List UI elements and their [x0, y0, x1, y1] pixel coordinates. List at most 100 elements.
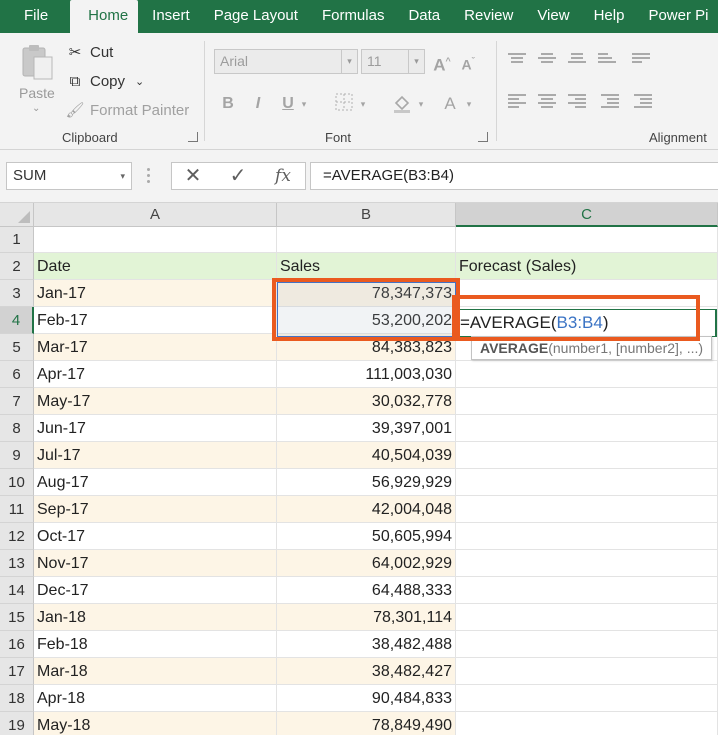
cell-forecast[interactable]: [456, 577, 718, 604]
cell-sales[interactable]: [277, 227, 456, 253]
tab-power-pivot[interactable]: Power Pi: [636, 0, 708, 33]
row-header[interactable]: 19: [0, 712, 34, 735]
cut-button[interactable]: ✂ Cut: [66, 41, 114, 63]
borders-icon[interactable]: [334, 93, 354, 115]
chevron-down-icon[interactable]: ▾: [408, 50, 424, 73]
cell-forecast[interactable]: [456, 523, 718, 550]
align-left-icon[interactable]: [508, 94, 526, 108]
align-middle-icon[interactable]: [538, 53, 556, 67]
chevron-down-icon[interactable]: ▾: [120, 163, 125, 189]
cell-sales[interactable]: 90,484,833: [277, 685, 456, 712]
chevron-down-icon[interactable]: ▾: [341, 50, 357, 73]
cell-date[interactable]: Nov-17: [34, 550, 277, 577]
header-cell-forecast[interactable]: Forecast (Sales): [456, 253, 718, 280]
tab-help[interactable]: Help: [582, 0, 637, 33]
header-cell-sales[interactable]: Sales: [277, 253, 456, 280]
row-header[interactable]: 17: [0, 658, 34, 685]
cell-sales[interactable]: 50,605,994: [277, 523, 456, 550]
enter-icon[interactable]: ✓: [223, 164, 253, 188]
fill-color-icon[interactable]: [392, 93, 412, 115]
cell-date[interactable]: May-17: [34, 388, 277, 415]
column-header-a[interactable]: A: [34, 203, 277, 227]
cell-date[interactable]: Oct-17: [34, 523, 277, 550]
cell-sales[interactable]: 40,504,039: [277, 442, 456, 469]
row-header[interactable]: 8: [0, 415, 34, 442]
align-bottom-icon[interactable]: [568, 53, 586, 67]
chevron-down-icon[interactable]: ▾: [415, 93, 427, 115]
cell-date[interactable]: Aug-17: [34, 469, 277, 496]
cell-forecast[interactable]: [456, 658, 718, 685]
cell-forecast[interactable]: [456, 685, 718, 712]
increase-indent-icon[interactable]: [634, 94, 652, 108]
row-header[interactable]: 14: [0, 577, 34, 604]
cell-date[interactable]: Mar-17: [34, 334, 277, 361]
cell-date[interactable]: Dec-17: [34, 577, 277, 604]
chevron-down-icon[interactable]: ⌄: [32, 103, 40, 114]
row-header[interactable]: 13: [0, 550, 34, 577]
cell-forecast[interactable]: [456, 712, 718, 735]
align-top-icon[interactable]: [508, 53, 526, 67]
name-box[interactable]: SUM ▾: [6, 162, 132, 190]
tab-page-layout[interactable]: Page Layout: [202, 0, 310, 33]
tab-view[interactable]: View: [525, 0, 581, 33]
cell-forecast[interactable]: [456, 496, 718, 523]
cell-sales[interactable]: 39,397,001: [277, 415, 456, 442]
font-size-select[interactable]: 11 ▾: [361, 49, 425, 74]
chevron-down-icon[interactable]: ▾: [298, 93, 310, 115]
cell-date[interactable]: Mar-18: [34, 658, 277, 685]
row-header[interactable]: 9: [0, 442, 34, 469]
underline-button[interactable]: U: [279, 93, 297, 115]
clipboard-launcher-icon[interactable]: [188, 132, 198, 142]
cell-forecast[interactable]: [456, 469, 718, 496]
copy-button[interactable]: ⧉ Copy ⌄: [66, 70, 145, 92]
cell-forecast[interactable]: [456, 442, 718, 469]
cell-sales[interactable]: 78,347,373: [277, 280, 456, 307]
cell-forecast[interactable]: [456, 280, 718, 307]
align-center-icon[interactable]: [538, 94, 556, 108]
cell-sales[interactable]: 78,301,114: [277, 604, 456, 631]
cell-forecast[interactable]: [456, 227, 718, 253]
font-name-select[interactable]: Arial ▾: [214, 49, 358, 74]
row-header[interactable]: 2: [0, 253, 34, 280]
row-header[interactable]: 15: [0, 604, 34, 631]
cell-date[interactable]: May-18: [34, 712, 277, 735]
bold-button[interactable]: B: [219, 93, 237, 115]
format-painter-button[interactable]: 🖌 Format Painter: [65, 99, 189, 121]
cell-forecast[interactable]: [456, 415, 718, 442]
decrease-indent-icon[interactable]: [601, 94, 619, 108]
row-header[interactable]: 1: [0, 227, 34, 253]
grow-font-icon[interactable]: A^: [432, 50, 452, 75]
tab-home[interactable]: Home: [70, 0, 139, 33]
cell-sales[interactable]: 42,004,048: [277, 496, 456, 523]
row-header[interactable]: 12: [0, 523, 34, 550]
cell-sales[interactable]: 64,488,333: [277, 577, 456, 604]
row-header[interactable]: 5: [0, 334, 34, 361]
row-header[interactable]: 7: [0, 388, 34, 415]
cell-date[interactable]: [34, 227, 277, 253]
cell-forecast[interactable]: [456, 631, 718, 658]
row-header[interactable]: 16: [0, 631, 34, 658]
tab-insert[interactable]: Insert: [138, 0, 202, 33]
column-header-b[interactable]: B: [277, 203, 456, 227]
italic-button[interactable]: I: [249, 93, 267, 115]
cell-forecast[interactable]: [456, 361, 718, 388]
chevron-down-icon[interactable]: ⌄: [135, 75, 144, 88]
cell-date[interactable]: Apr-17: [34, 361, 277, 388]
cancel-icon[interactable]: ✕: [178, 164, 208, 188]
cell-sales[interactable]: 78,849,490: [277, 712, 456, 735]
paste-button[interactable]: Paste: [19, 85, 55, 101]
row-header[interactable]: 4: [0, 307, 34, 334]
row-header[interactable]: 11: [0, 496, 34, 523]
cell-date[interactable]: Jun-17: [34, 415, 277, 442]
cell-sales[interactable]: 38,482,427: [277, 658, 456, 685]
cell-date[interactable]: Jan-18: [34, 604, 277, 631]
chevron-down-icon[interactable]: ▾: [463, 93, 475, 115]
row-header[interactable]: 6: [0, 361, 34, 388]
tab-review[interactable]: Review: [452, 0, 525, 33]
orientation-icon[interactable]: [598, 53, 616, 67]
cell-date[interactable]: Sep-17: [34, 496, 277, 523]
align-right-icon[interactable]: [568, 94, 586, 108]
cell-date[interactable]: Feb-18: [34, 631, 277, 658]
tab-file[interactable]: File: [0, 0, 70, 33]
tab-data[interactable]: Data: [396, 0, 452, 33]
